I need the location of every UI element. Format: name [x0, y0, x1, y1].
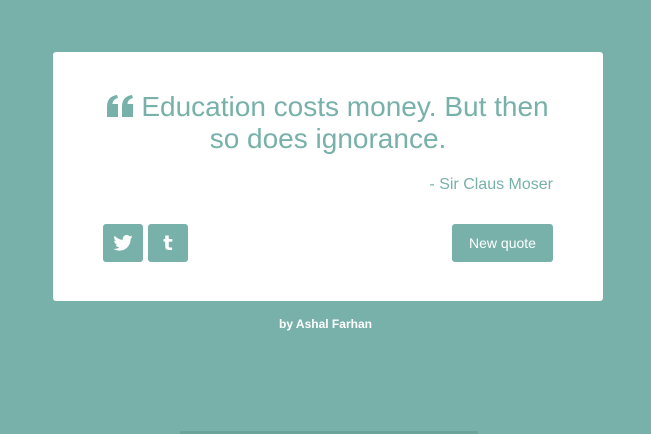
- new-quote-button[interactable]: New quote: [452, 224, 553, 262]
- quote-text: Education costs money. But then so does …: [141, 91, 549, 154]
- quote-text-block: Education costs money. But then so does …: [103, 91, 553, 155]
- quote-left-icon: [107, 95, 134, 117]
- quote-author: - Sir Claus Moser: [429, 176, 553, 193]
- tumblr-quote-button[interactable]: t: [148, 224, 188, 262]
- twitter-icon: [113, 235, 133, 251]
- tweet-quote-button[interactable]: [103, 224, 143, 262]
- author-credit[interactable]: by Ashal Farhan: [0, 317, 651, 331]
- tumblr-icon: t: [163, 231, 173, 255]
- quote-box: Education costs money. But then so does …: [53, 52, 603, 301]
